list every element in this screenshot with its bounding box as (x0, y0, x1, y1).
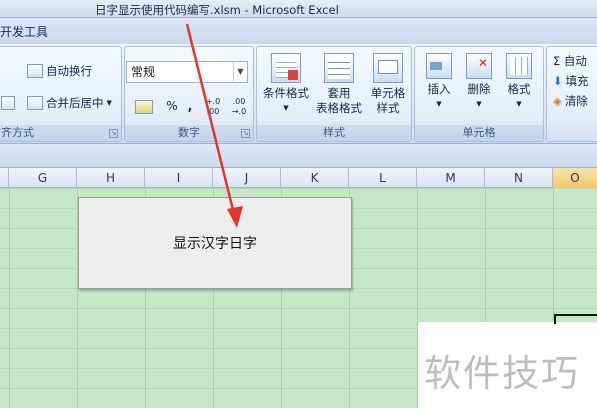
chevron-down-icon: ▼ (283, 104, 289, 112)
clear-label: 清除 (564, 94, 588, 108)
insert-cells-button[interactable]: 插入 ▼ (419, 53, 459, 112)
conditional-format-icon (271, 53, 301, 83)
cells-group-label: 单元格 (415, 125, 543, 141)
delete-cells-icon: ✕ (466, 53, 492, 79)
ribbon-tab-row: 开发工具 (0, 18, 597, 44)
wrap-text-icon (27, 64, 43, 78)
indent-icon (1, 96, 15, 110)
chevron-down-icon: ▼ (233, 62, 247, 82)
cell-styles-label-1: 单元格 (370, 86, 406, 100)
column-header-j[interactable]: J (213, 168, 281, 188)
selected-cell-border (554, 314, 597, 316)
editing-group: Σ 自动 ⬇ 填充 ◈ 清除 (546, 46, 597, 142)
column-header-k[interactable]: K (281, 168, 349, 188)
comma-button[interactable]: , (183, 95, 197, 117)
number-group-label: 数字 (125, 125, 253, 141)
delete-cells-label: 删除 (467, 82, 491, 96)
number-launcher-icon[interactable]: ↘ (241, 129, 250, 138)
insert-cells-label: 插入 (427, 82, 451, 96)
conditional-format-button[interactable]: 条件格式 ▼ (261, 53, 311, 116)
format-as-table-button[interactable]: 套用 表格格式 (313, 53, 365, 116)
format-cells-label: 格式 (507, 82, 531, 96)
alignment-group: 自动换行 合并后居中 ▼ 齐方式 ↘ (0, 46, 122, 142)
format-as-table-label-2: 表格格式 (316, 101, 362, 115)
decrease-decimal-button[interactable]: .00 →.0 (227, 95, 251, 117)
accounting-format-button[interactable] (129, 95, 159, 117)
title-bar: 日字显示使用代码编写.xlsm - Microsoft Excel (0, 0, 597, 18)
format-as-table-icon (324, 53, 354, 83)
fill-down-icon: ⬇ (553, 74, 563, 88)
alignment-group-label: 齐方式 (0, 125, 121, 141)
cells-group: 插入 ▼ ✕ 删除 ▼ 格式 ▼ 单元格 (414, 46, 544, 142)
format-as-table-label-1: 套用 (327, 86, 351, 100)
cell-styles-icon (373, 53, 403, 83)
wrap-text-button[interactable]: 自动换行 (27, 61, 92, 81)
chevron-down-icon: ▼ (516, 100, 522, 108)
cell-styles-button[interactable]: 单元格 样式 (365, 53, 411, 116)
selected-cell-border-left (554, 314, 556, 324)
merge-center-label: 合并后居中 (46, 96, 104, 110)
number-format-select[interactable]: 常规 ▼ (126, 61, 248, 83)
chevron-down-icon: ▼ (436, 100, 442, 108)
fill-label: 填充 (565, 74, 589, 88)
ribbon: 自动换行 合并后居中 ▼ 齐方式 ↘ 常规 ▼ % , +.0 .00 .00 … (0, 44, 597, 144)
fill-button[interactable]: ⬇ 填充 (553, 71, 589, 91)
window-title: 日字显示使用代码编写.xlsm - Microsoft Excel (95, 3, 339, 17)
format-cells-button[interactable]: 格式 ▼ (499, 53, 539, 112)
column-header-g[interactable]: G (9, 168, 77, 188)
cell-styles-label-2: 样式 (376, 101, 400, 115)
chevron-down-icon: ▼ (106, 99, 112, 107)
column-header-i[interactable]: I (145, 168, 213, 188)
column-header-m[interactable]: M (417, 168, 485, 188)
column-header-n[interactable]: N (485, 168, 553, 188)
indent-button[interactable] (1, 93, 18, 113)
conditional-format-label: 条件格式 (263, 86, 309, 100)
show-hanzi-button[interactable]: 显示汉字日字 (78, 197, 352, 289)
currency-icon (135, 99, 153, 114)
styles-group-label: 样式 (257, 125, 411, 141)
merge-center-icon (27, 96, 43, 110)
column-header-l[interactable]: L (349, 168, 417, 188)
tab-developer[interactable]: 开发工具 (0, 23, 48, 40)
alignment-launcher-icon[interactable]: ↘ (109, 129, 118, 138)
column-header-row: G H I J K L M N O (0, 168, 597, 188)
merge-center-button[interactable]: 合并后居中 ▼ (27, 93, 112, 113)
percent-button[interactable]: % (163, 95, 181, 117)
format-cells-icon (506, 53, 532, 79)
autosum-button[interactable]: Σ 自动 (553, 51, 587, 71)
column-header-h[interactable]: H (77, 168, 145, 188)
increase-decimal-button[interactable]: +.0 .00 (201, 95, 225, 117)
eraser-icon: ◈ (553, 94, 562, 108)
delete-cells-button[interactable]: ✕ 删除 ▼ (459, 53, 499, 112)
styles-group: 条件格式 ▼ 套用 表格格式 单元格 样式 样式 (256, 46, 412, 142)
wrap-text-label: 自动换行 (46, 64, 92, 78)
watermark-text: 软件技巧 (424, 352, 580, 395)
formula-bar[interactable] (0, 144, 597, 168)
number-format-value: 常规 (131, 65, 156, 79)
column-header-o[interactable]: O (553, 168, 597, 188)
clear-button[interactable]: ◈ 清除 (553, 91, 588, 111)
chevron-down-icon: ▼ (476, 100, 482, 108)
column-header-partial[interactable] (0, 168, 9, 188)
insert-cells-icon (426, 53, 452, 79)
number-group: 常规 ▼ % , +.0 .00 .00 →.0 数字 ↘ (124, 46, 254, 142)
